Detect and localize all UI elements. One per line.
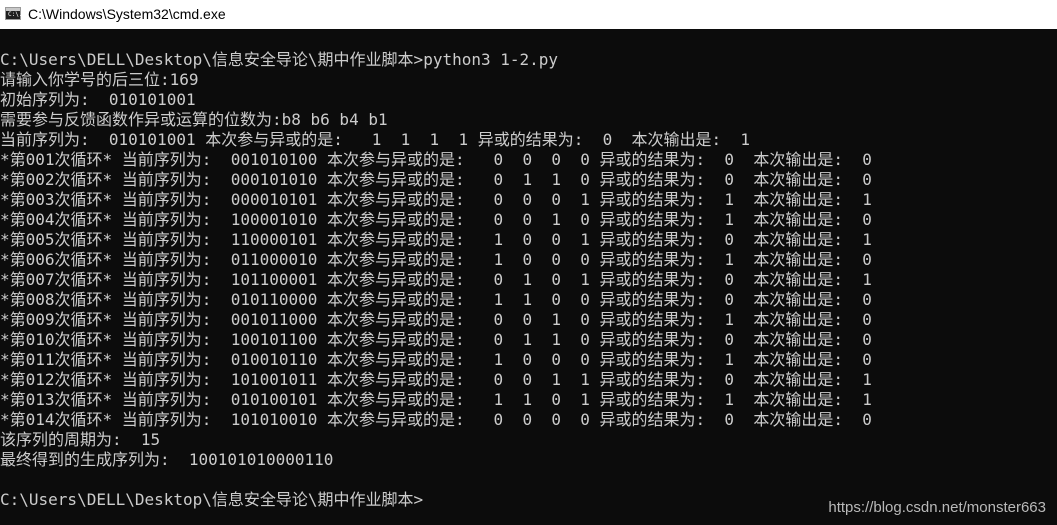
console-line: 请输入你学号的后三位:169 xyxy=(0,70,199,89)
console-line: 需要参与反馈函数作异或运算的位数为:b8 b6 b4 b1 xyxy=(0,110,388,129)
console-line: *第012次循环* 当前序列为: 101001011 本次参与异或的是: 0 0… xyxy=(0,370,872,389)
console-icon-glyph: C:\. xyxy=(8,11,23,18)
console-line: 初始序列为: 010101001 xyxy=(0,90,196,109)
console-line: *第013次循环* 当前序列为: 010100101 本次参与异或的是: 1 1… xyxy=(0,390,872,409)
console-line: *第008次循环* 当前序列为: 010110000 本次参与异或的是: 1 1… xyxy=(0,290,872,309)
console-line: *第002次循环* 当前序列为: 000101010 本次参与异或的是: 0 1… xyxy=(0,170,872,189)
console-line: *第004次循环* 当前序列为: 100001010 本次参与异或的是: 0 0… xyxy=(0,210,872,229)
cmd-window: C:\. C:\Windows\System32\cmd.exe C:\User… xyxy=(0,0,1057,525)
window-title: C:\Windows\System32\cmd.exe xyxy=(28,6,226,22)
console-line: 当前序列为: 010101001 本次参与异或的是: 1 1 1 1 异或的结果… xyxy=(0,130,751,149)
console-output[interactable]: C:\Users\DELL\Desktop\信息安全导论\期中作业脚本>pyth… xyxy=(0,50,1057,520)
console-line: 最终得到的生成序列为: 100101010000110 xyxy=(0,450,334,469)
console-line: *第009次循环* 当前序列为: 001011000 本次参与异或的是: 0 0… xyxy=(0,310,872,329)
console-icon: C:\. xyxy=(5,7,23,20)
console-line: *第010次循环* 当前序列为: 100101100 本次参与异或的是: 0 1… xyxy=(0,330,872,349)
console-line: *第006次循环* 当前序列为: 011000010 本次参与异或的是: 1 0… xyxy=(0,250,872,269)
console-line: *第007次循环* 当前序列为: 101100001 本次参与异或的是: 0 1… xyxy=(0,270,872,289)
console-line: 该序列的周期为: 15 xyxy=(0,430,161,449)
console-line: *第003次循环* 当前序列为: 000010101 本次参与异或的是: 0 0… xyxy=(0,190,872,209)
watermark-text: https://blog.csdn.net/monster663 xyxy=(828,499,1046,516)
title-bar[interactable]: C:\. C:\Windows\System32\cmd.exe xyxy=(0,0,1057,29)
console-line: *第005次循环* 当前序列为: 110000101 本次参与异或的是: 1 0… xyxy=(0,230,872,249)
console-line: C:\Users\DELL\Desktop\信息安全导论\期中作业脚本>pyth… xyxy=(0,50,559,69)
console-line: *第014次循环* 当前序列为: 101010010 本次参与异或的是: 0 0… xyxy=(0,410,872,429)
console-line: *第011次循环* 当前序列为: 010010110 本次参与异或的是: 1 0… xyxy=(0,350,872,369)
console-line: *第001次循环* 当前序列为: 001010100 本次参与异或的是: 0 0… xyxy=(0,150,872,169)
